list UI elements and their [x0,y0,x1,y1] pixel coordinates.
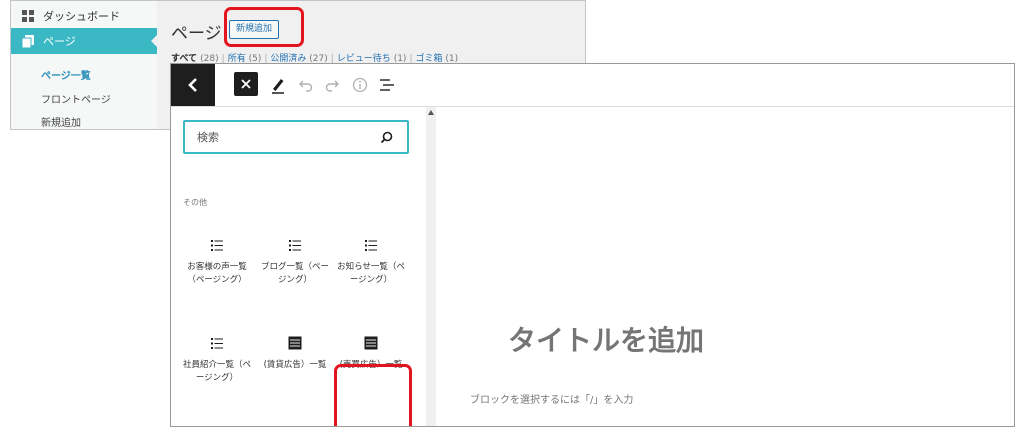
block-label: (賃貸広告）一覧 [263,360,327,370]
list-icon [289,239,301,251]
sidebar-subitem-all-pages[interactable]: ページ一覧 [41,67,91,82]
page-title: ページ [171,24,222,44]
redo-button[interactable] [321,74,343,96]
highlight-box [334,364,412,426]
block-appender-prompt[interactable]: ブロックを選択するには「/」を入力 [470,391,633,406]
table-icon [364,336,378,350]
block-search-box [183,120,409,154]
sidebar-item-dashboard[interactable]: ダッシュボード [11,4,157,28]
sidebar-item-pages[interactable]: ページ [11,28,157,54]
search-icon [380,131,393,144]
undo-icon [299,80,313,92]
block-editor-window: その他 お客様の声一覧（ページング） ブログ一覧（ページング） お知らせ一覧（ペ… [170,63,1015,427]
pages-icon [21,34,35,48]
close-icon [241,79,251,89]
sidebar-item-label: ページ [43,35,76,48]
block-item-sales-ads-list[interactable]: (売買広告）一覧 [335,333,407,372]
sidebar-item-label: ダッシュボード [43,10,120,23]
pencil-icon [272,79,284,94]
sidebar-subitem-add-new[interactable]: 新規追加 [41,114,81,129]
block-label: (売買広告）一覧 [339,360,403,370]
close-inserter-button[interactable] [234,72,258,96]
inserter-scrollbar[interactable] [426,107,436,426]
scroll-up-arrow-icon[interactable] [428,110,434,115]
chevron-left-icon [188,78,197,92]
edit-tools-button[interactable] [267,74,289,96]
block-label: お知らせ一覧（ページング） [337,262,405,285]
sidebar-subitem-front-page[interactable]: フロントページ [41,91,111,106]
list-icon [211,239,223,251]
block-label: ブログ一覧（ページング） [260,262,329,285]
list-view-button[interactable] [376,74,398,96]
post-title-placeholder[interactable]: タイトルを追加 [508,319,704,359]
undo-button[interactable] [295,74,317,96]
list-view-icon [380,79,394,91]
info-icon [352,77,368,93]
block-inserter-panel: その他 お客様の声一覧（ページング） ブログ一覧（ページング） お知らせ一覧（ペ… [171,107,426,426]
block-category-label: その他 [183,198,207,207]
block-search-input[interactable] [195,129,379,145]
table-icon [288,336,302,350]
list-icon [365,239,377,251]
block-label: 社員紹介一覧（ページング） [182,360,251,383]
block-item-news-list[interactable]: お知らせ一覧（ページング） [335,235,407,287]
editor-canvas[interactable]: タイトルを追加 ブロックを選択するには「/」を入力 [436,107,1014,426]
block-label: お客様の声一覧（ページング） [187,262,247,285]
list-icon [211,337,223,349]
block-item-staff-list[interactable]: 社員紹介一覧（ページング） [181,333,253,385]
editor-toolbar [171,64,1014,107]
block-item-rental-ads-list[interactable]: (賃貸広告）一覧 [259,333,331,372]
add-new-page-button[interactable]: 新規追加 [229,20,280,39]
dashboard-icon [21,9,35,23]
block-item-voice-list[interactable]: お客様の声一覧（ページング） [181,235,253,287]
redo-icon [325,80,339,92]
back-button[interactable] [171,64,215,106]
admin-sidebar: ダッシュボード ページ ページ一覧 フロントページ 新規追加 [11,1,157,129]
details-button[interactable] [349,74,371,96]
block-item-blog-list[interactable]: ブログ一覧（ページング） [259,235,331,287]
